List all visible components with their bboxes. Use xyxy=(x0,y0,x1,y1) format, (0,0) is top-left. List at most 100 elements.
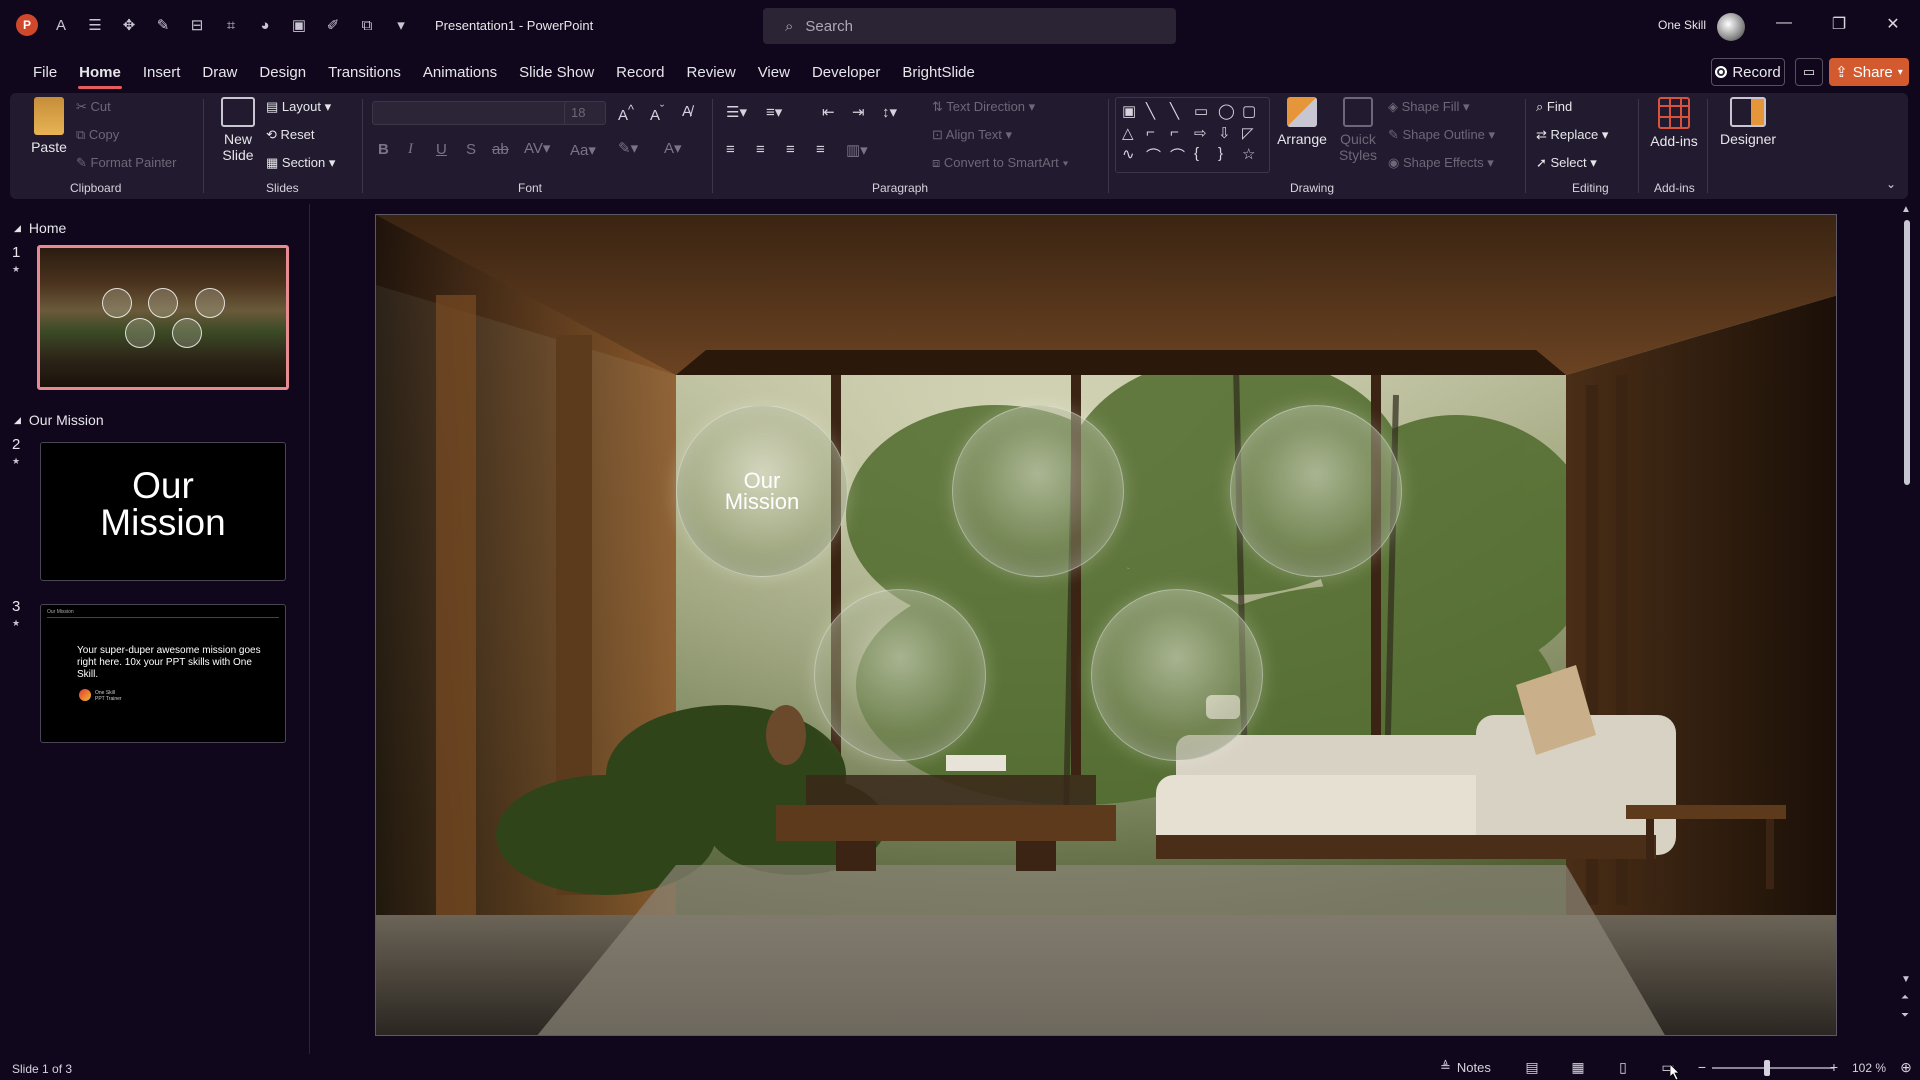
clear-formatting-icon[interactable]: A̸ xyxy=(682,103,692,120)
zoom-out-icon[interactable]: − xyxy=(1692,1059,1712,1075)
mission-circle-5[interactable] xyxy=(1091,589,1263,761)
mission-circle-4[interactable] xyxy=(814,589,986,761)
avatar[interactable] xyxy=(1717,13,1745,41)
shape-fill-button[interactable]: ◈ Shape Fill ▾ xyxy=(1388,99,1470,115)
highlight-icon[interactable]: ✎▾ xyxy=(618,139,638,157)
normal-view-icon[interactable]: ▤ xyxy=(1522,1059,1542,1075)
font-name-field[interactable] xyxy=(372,101,570,125)
reset-button[interactable]: ⟲ Reset xyxy=(266,127,314,143)
brace-left-shape-icon[interactable]: { xyxy=(1194,145,1216,168)
pane-divider[interactable] xyxy=(309,204,310,1054)
mission-circle-1[interactable]: Our Mission xyxy=(676,405,848,577)
justify-icon[interactable]: ≡ xyxy=(816,141,825,158)
slide-sorter-icon[interactable]: ▦ xyxy=(1568,1059,1588,1075)
line-shape-icon[interactable]: ╲ xyxy=(1170,102,1192,122)
new-slide-button[interactable]: New Slide xyxy=(213,97,263,163)
bold-icon[interactable]: B xyxy=(378,141,389,158)
replace-button[interactable]: ⇄ Replace ▾ xyxy=(1536,127,1608,143)
close-icon[interactable]: ✕ xyxy=(1881,14,1905,34)
rounded-rect-shape-icon[interactable]: ▢ xyxy=(1242,102,1264,122)
tab-developer[interactable]: Developer xyxy=(801,60,891,87)
list-icon[interactable]: ☰ xyxy=(84,14,106,36)
collapse-ribbon-icon[interactable]: ⌄ xyxy=(1886,177,1896,191)
font-color-icon[interactable]: A▾ xyxy=(664,139,682,157)
zoom-level[interactable]: 102 % xyxy=(1852,1061,1886,1075)
shape-outline-button[interactable]: ✎ Shape Outline ▾ xyxy=(1388,127,1495,143)
layout-button[interactable]: ▤ Layout ▾ xyxy=(266,99,331,115)
underline-icon[interactable]: U xyxy=(436,141,447,158)
find-button[interactable]: ⌕ Find xyxy=(1536,99,1572,115)
numbering-icon[interactable]: ≡▾ xyxy=(766,103,782,121)
tab-design[interactable]: Design xyxy=(248,60,317,87)
mission-circle-2[interactable] xyxy=(952,405,1124,577)
addins-button[interactable]: Add-ins xyxy=(1646,97,1702,149)
select-button[interactable]: ➚ Select ▾ xyxy=(1536,155,1597,171)
cut-button[interactable]: ✂ Cut xyxy=(76,99,111,115)
triangle-shape-icon[interactable]: △ xyxy=(1122,124,1144,144)
decrease-indent-icon[interactable]: ⇤ xyxy=(822,103,835,121)
record-button[interactable]: Record xyxy=(1711,58,1785,86)
shape-effects-button[interactable]: ◉ Shape Effects ▾ xyxy=(1388,155,1494,171)
shapes-gallery[interactable]: ▣ ╲ ╲ ▭ ◯ ▢ △ ⌐ ⌐ ⇨ ⇩ ◸ ∿ ⌒ ⌒{} ☆ xyxy=(1115,97,1270,173)
share-button[interactable]: ⇪ Share ▾ xyxy=(1829,58,1909,86)
arc-shape-icon[interactable]: ⌒ xyxy=(1146,145,1168,168)
copy-button[interactable]: ⧉ Copy xyxy=(76,127,119,143)
slide-thumbnail-1[interactable] xyxy=(37,245,289,390)
picture-icon[interactable]: ▣ xyxy=(288,14,310,36)
scroll-up-icon[interactable]: ▲ xyxy=(1901,204,1911,215)
comments-button[interactable]: ▭ xyxy=(1795,58,1823,86)
slide-canvas[interactable]: Our Mission xyxy=(375,214,1837,1036)
pen-icon[interactable]: ✐ xyxy=(322,14,344,36)
curve-shape-icon[interactable]: ∿ xyxy=(1122,145,1144,168)
tab-draw[interactable]: Draw xyxy=(191,60,248,87)
italic-icon[interactable]: I xyxy=(408,141,413,158)
reading-view-icon[interactable]: ▯ xyxy=(1613,1059,1633,1075)
arc-shape-icon[interactable]: ⌒ xyxy=(1170,145,1192,168)
grow-font-icon[interactable]: A^ xyxy=(618,103,634,124)
customize-qat-icon[interactable]: ▾ xyxy=(390,14,412,36)
shapes-icon[interactable]: ◕ xyxy=(254,14,276,36)
tab-record[interactable]: Record xyxy=(605,60,675,87)
rectangle-shape-icon[interactable]: ▭ xyxy=(1194,102,1216,122)
collapse-triangle-icon[interactable]: ◢ xyxy=(14,223,21,234)
zoom-slider-knob[interactable] xyxy=(1764,1060,1770,1076)
bullets-icon[interactable]: ☰▾ xyxy=(726,103,747,121)
columns-icon[interactable]: ▥▾ xyxy=(846,141,868,159)
mission-circle-3[interactable] xyxy=(1230,405,1402,577)
section-header-home[interactable]: ◢ Home xyxy=(14,220,66,236)
strikethrough-icon[interactable]: ab xyxy=(492,141,509,158)
tab-review[interactable]: Review xyxy=(676,60,747,87)
format-painter-button[interactable]: ✎ Format Painter xyxy=(76,155,177,171)
shrink-font-icon[interactable]: Aˇ xyxy=(650,103,664,124)
paste-button[interactable]: Paste xyxy=(26,97,72,155)
textbox-shape-icon[interactable]: ▣ xyxy=(1122,102,1144,122)
align-right-icon[interactable]: ≡ xyxy=(786,141,795,158)
zoom-slider[interactable] xyxy=(1712,1067,1834,1069)
section-header-our-mission[interactable]: ◢ Our Mission xyxy=(14,412,104,428)
connector-shape-icon[interactable]: ⌐ xyxy=(1146,124,1168,144)
fit-to-window-icon[interactable]: ⊕ xyxy=(1896,1059,1916,1075)
align-text-button[interactable]: ⊡ Align Text ▾ xyxy=(932,127,1012,143)
search-box[interactable]: ⌕ Search xyxy=(763,8,1176,44)
text-icon[interactable]: A xyxy=(50,14,72,36)
wand-icon[interactable]: ✎ xyxy=(152,14,174,36)
layout-icon[interactable]: ⧉ xyxy=(356,14,378,36)
line-spacing-icon[interactable]: ↕▾ xyxy=(882,103,897,121)
section-button[interactable]: ▦ Section ▾ xyxy=(266,155,335,171)
line-shape-icon[interactable]: ╲ xyxy=(1146,102,1168,122)
restore-icon[interactable]: ❐ xyxy=(1827,14,1851,34)
arrow-right-shape-icon[interactable]: ⇨ xyxy=(1194,124,1216,144)
vertical-scrollbar[interactable]: ▲ ▼ ⏶ ⏷ xyxy=(1900,204,1914,1034)
tab-home[interactable]: Home xyxy=(68,60,132,89)
shadow-icon[interactable]: S xyxy=(466,141,476,158)
tab-brightslide[interactable]: BrightSlide xyxy=(891,60,986,87)
crop-icon[interactable]: ⌗ xyxy=(220,14,242,36)
tab-animations[interactable]: Animations xyxy=(412,60,508,87)
move-icon[interactable]: ✥ xyxy=(118,14,140,36)
align-icon[interactable]: ⊟ xyxy=(186,14,208,36)
brace-right-shape-icon[interactable]: } xyxy=(1218,145,1240,168)
tab-slide-show[interactable]: Slide Show xyxy=(508,60,605,87)
user-name[interactable]: One Skill xyxy=(1658,18,1706,32)
align-left-icon[interactable]: ≡ xyxy=(726,141,735,158)
slide-thumbnail-2[interactable]: Our Mission xyxy=(40,442,286,581)
